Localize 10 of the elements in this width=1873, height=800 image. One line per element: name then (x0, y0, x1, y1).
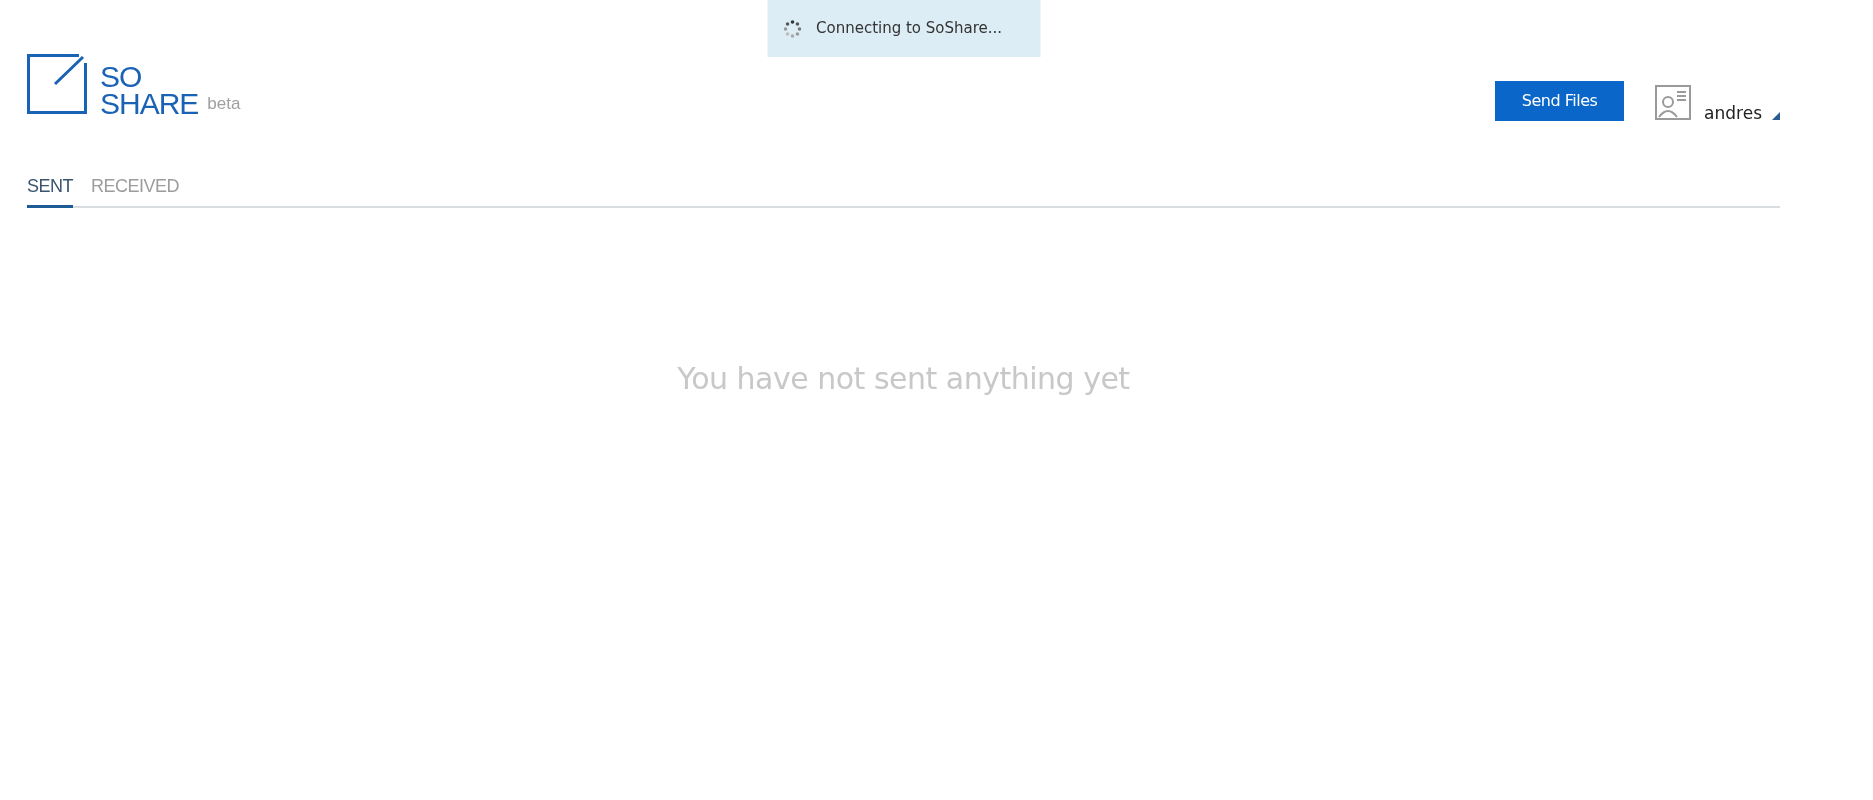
avatar-icon[interactable] (1655, 85, 1692, 120)
caret-icon (1772, 112, 1780, 120)
status-message: Connecting to SoShare... (816, 18, 1003, 40)
logo-wordmark: SO SHARE (100, 63, 199, 117)
logo-icon (27, 54, 87, 114)
spinner-icon (783, 19, 801, 38)
beta-label: beta (207, 94, 241, 114)
send-files-button[interactable]: Send Files (1495, 81, 1625, 121)
tab[interactable]: SENT (27, 176, 73, 208)
user-menu-button[interactable]: andres (1704, 103, 1780, 123)
